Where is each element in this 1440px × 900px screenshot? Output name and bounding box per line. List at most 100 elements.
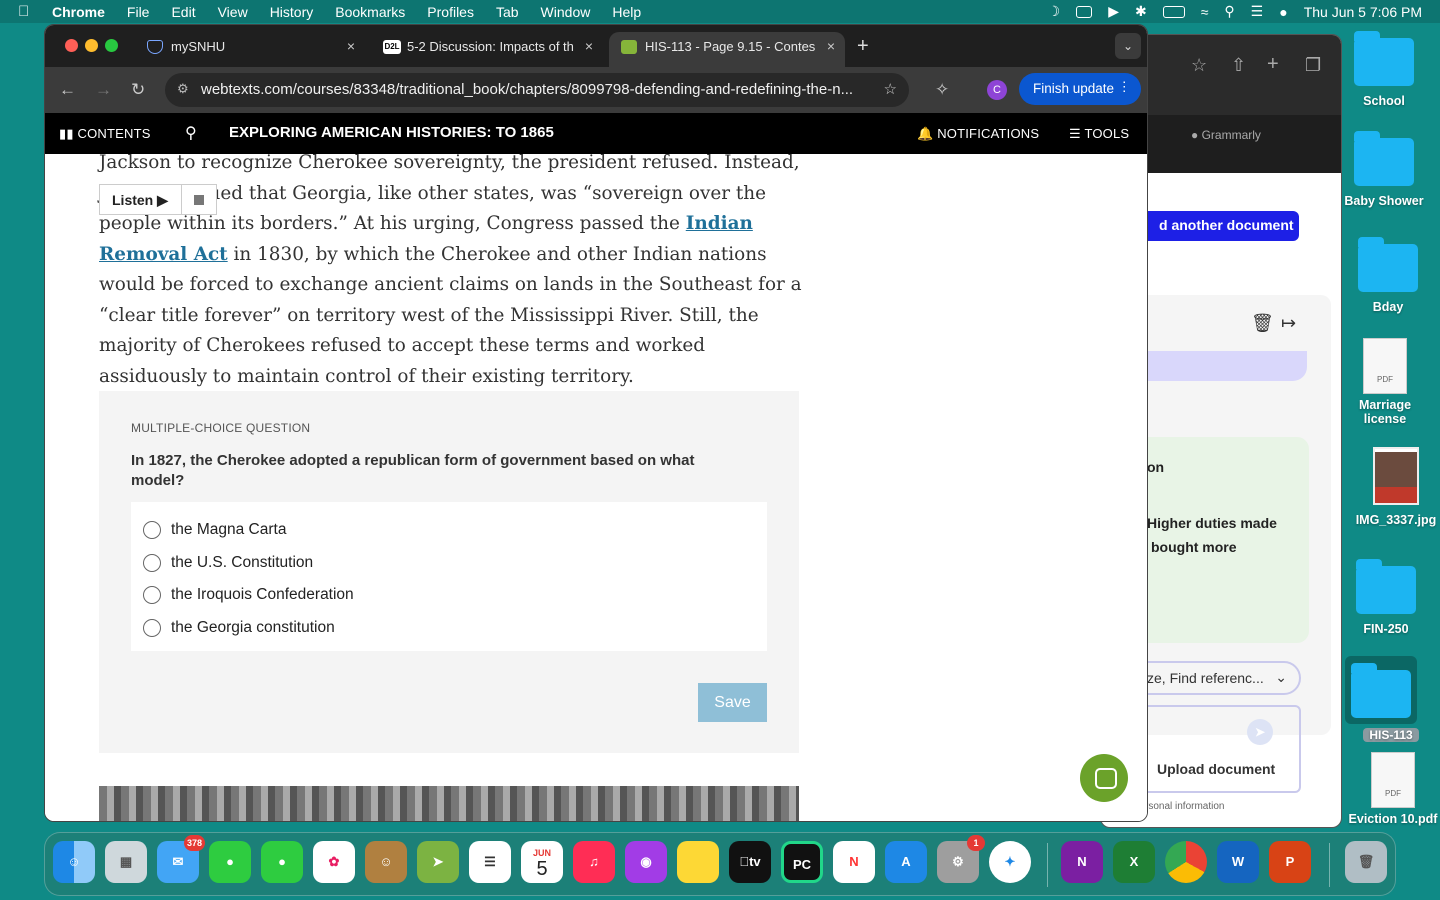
grammarly-prompt-dropdown[interactable]: ze, Find referenc... ⌄	[1121, 661, 1301, 695]
launchpad-icon[interactable]: ▦	[105, 841, 147, 883]
podcasts-icon[interactable]: ◉	[625, 841, 667, 883]
chat-support-icon[interactable]	[1080, 754, 1128, 802]
extensions-puzzle-icon[interactable]: ✧	[935, 80, 949, 100]
music-icon[interactable]: ♫	[573, 841, 615, 883]
powerpoint-icon[interactable]: P	[1269, 841, 1311, 883]
messages-icon[interactable]: ●	[261, 841, 303, 883]
stop-icon[interactable]	[194, 195, 204, 205]
address-bar[interactable]: ⚙ webtexts.com/courses/83348/traditional…	[165, 73, 909, 107]
new-tab-icon[interactable]: +	[1267, 53, 1279, 76]
clock[interactable]: Thu Jun 5 7:06 PM	[1304, 4, 1422, 20]
tab-d2l-discussion[interactable]: D2L 5-2 Discussion: Impacts of th ×	[371, 32, 603, 62]
option-magna-carta[interactable]: the Magna Carta	[143, 518, 286, 542]
option-us-constitution[interactable]: the U.S. Constitution	[143, 551, 313, 575]
close-window-button[interactable]	[65, 39, 78, 52]
menu-window[interactable]: Window	[541, 4, 591, 20]
reload-icon[interactable]: ↻	[131, 80, 145, 100]
radio-button[interactable]	[143, 521, 161, 539]
forward-arrow-icon[interactable]: →	[95, 80, 112, 100]
chrome-icon[interactable]	[1165, 841, 1207, 883]
system-settings-icon[interactable]: ⚙ 1	[937, 835, 985, 883]
menu-app-name[interactable]: Chrome	[52, 4, 105, 20]
apple-menu-icon[interactable]: 	[18, 3, 38, 20]
menu-help[interactable]: Help	[612, 4, 641, 20]
menu-view[interactable]: View	[218, 4, 248, 20]
calendar-icon[interactable]: JUN 5	[521, 841, 563, 883]
menu-bookmarks[interactable]: Bookmarks	[335, 4, 405, 20]
safari-icon[interactable]: ✦	[989, 841, 1031, 883]
trash-icon[interactable]: 🗑	[1251, 313, 1274, 334]
tab-his-113[interactable]: HIS-113 - Page 9.15 - Contes ×	[609, 32, 845, 67]
notes-icon[interactable]	[677, 841, 719, 883]
save-button[interactable]: Save	[698, 683, 767, 722]
radio-button[interactable]	[143, 586, 161, 604]
menu-edit[interactable]: Edit	[171, 4, 195, 20]
contents-button[interactable]: ▮▮ CONTENTS	[59, 126, 151, 142]
control-center-icon[interactable]: ☰	[1251, 3, 1264, 20]
tab-close-icon[interactable]: ×	[585, 38, 593, 54]
contacts-icon[interactable]: ☺	[365, 841, 407, 883]
tab-search-chevron-icon[interactable]: ⌄	[1115, 33, 1141, 59]
onenote-icon[interactable]: N	[1061, 841, 1103, 883]
zoom-window-button[interactable]	[105, 39, 118, 52]
tab-mysnhu[interactable]: mySNHU ×	[135, 32, 365, 62]
desktop-label-his-113[interactable]: HIS-113	[1363, 728, 1419, 742]
listen-button[interactable]: Listen ▶	[100, 185, 182, 214]
menu-file[interactable]: File	[127, 4, 150, 20]
option-georgia-constitution[interactable]: the Georgia constitution	[143, 616, 335, 640]
keyboard-icon[interactable]	[1076, 5, 1093, 18]
bluetooth-icon[interactable]: ✱	[1135, 3, 1147, 20]
news-icon[interactable]: N	[833, 841, 875, 883]
mail-icon[interactable]: ✉ 378	[157, 835, 205, 883]
desktop-folder-his-113[interactable]	[1345, 656, 1417, 724]
desktop-file-marriage-license[interactable]: PDF Marriage license	[1340, 338, 1430, 426]
upload-document-box[interactable]: ➤ Upload document	[1121, 705, 1301, 793]
desktop-folder-baby-shower[interactable]: Baby Shower	[1339, 131, 1429, 208]
radio-button[interactable]	[143, 619, 161, 637]
tab-close-icon[interactable]: ×	[827, 38, 835, 54]
search-icon[interactable]: ⚲	[1224, 3, 1234, 20]
menu-tab[interactable]: Tab	[496, 4, 519, 20]
collapse-panel-icon[interactable]: ↦	[1281, 313, 1296, 334]
share-icon[interactable]: ⇧	[1231, 55, 1246, 76]
wifi-icon[interactable]: ≈	[1201, 4, 1209, 20]
bookmark-star-icon[interactable]: ☆	[884, 80, 897, 98]
search-icon[interactable]: ⚲	[185, 123, 197, 143]
reminders-icon[interactable]: ☰	[469, 841, 511, 883]
tabs-overview-icon[interactable]: ❐	[1305, 55, 1321, 76]
dark-mode-icon[interactable]: ☽	[1048, 3, 1061, 20]
more-vertical-icon[interactable]: ⋮	[1118, 79, 1132, 95]
desktop-folder-fin-250[interactable]: FIN-250	[1341, 559, 1431, 636]
new-tab-button[interactable]: +	[857, 35, 869, 58]
star-icon[interactable]: ☆	[1191, 55, 1207, 76]
desktop-folder-school[interactable]: School	[1339, 31, 1429, 108]
tools-button[interactable]: ☰ TOOLS	[1069, 126, 1129, 142]
option-iroquois-confederation[interactable]: the Iroquois Confederation	[143, 583, 354, 607]
battery-icon[interactable]	[1162, 5, 1185, 18]
excel-icon[interactable]: X	[1113, 841, 1155, 883]
desktop-file-eviction[interactable]: PDF Eviction 10.pdf	[1348, 752, 1438, 826]
back-arrow-icon[interactable]: ←	[59, 80, 76, 100]
radio-button[interactable]	[143, 554, 161, 572]
facetime-icon[interactable]: ●	[209, 841, 251, 883]
maps-icon[interactable]: ➤	[417, 841, 459, 883]
desktop-folder-bday[interactable]: Bday	[1343, 237, 1433, 314]
notifications-button[interactable]: 🔔 NOTIFICATIONS	[917, 126, 1039, 142]
photos-icon[interactable]: ✿	[313, 841, 355, 883]
menu-profiles[interactable]: Profiles	[427, 4, 474, 20]
site-settings-icon[interactable]: ⚙	[177, 81, 189, 97]
trash-icon[interactable]: 🗑	[1345, 841, 1387, 883]
minimize-window-button[interactable]	[85, 39, 98, 52]
tab-close-icon[interactable]: ×	[347, 38, 355, 54]
finish-update-button[interactable]: Finish update ⋮	[1019, 73, 1141, 105]
desktop-file-img[interactable]: IMG_3337.jpg	[1351, 447, 1440, 527]
send-icon[interactable]: ➤	[1247, 719, 1273, 745]
app-store-icon[interactable]: A	[885, 841, 927, 883]
apple-tv-icon[interactable]: tv	[729, 841, 771, 883]
pycharm-icon[interactable]: PC	[781, 841, 823, 883]
play-icon[interactable]: ▶	[1108, 3, 1119, 20]
word-icon[interactable]: W	[1217, 841, 1259, 883]
finder-icon[interactable]: ☺	[53, 841, 95, 883]
siri-icon[interactable]: ●	[1279, 4, 1287, 20]
profile-avatar[interactable]: C	[987, 80, 1007, 100]
